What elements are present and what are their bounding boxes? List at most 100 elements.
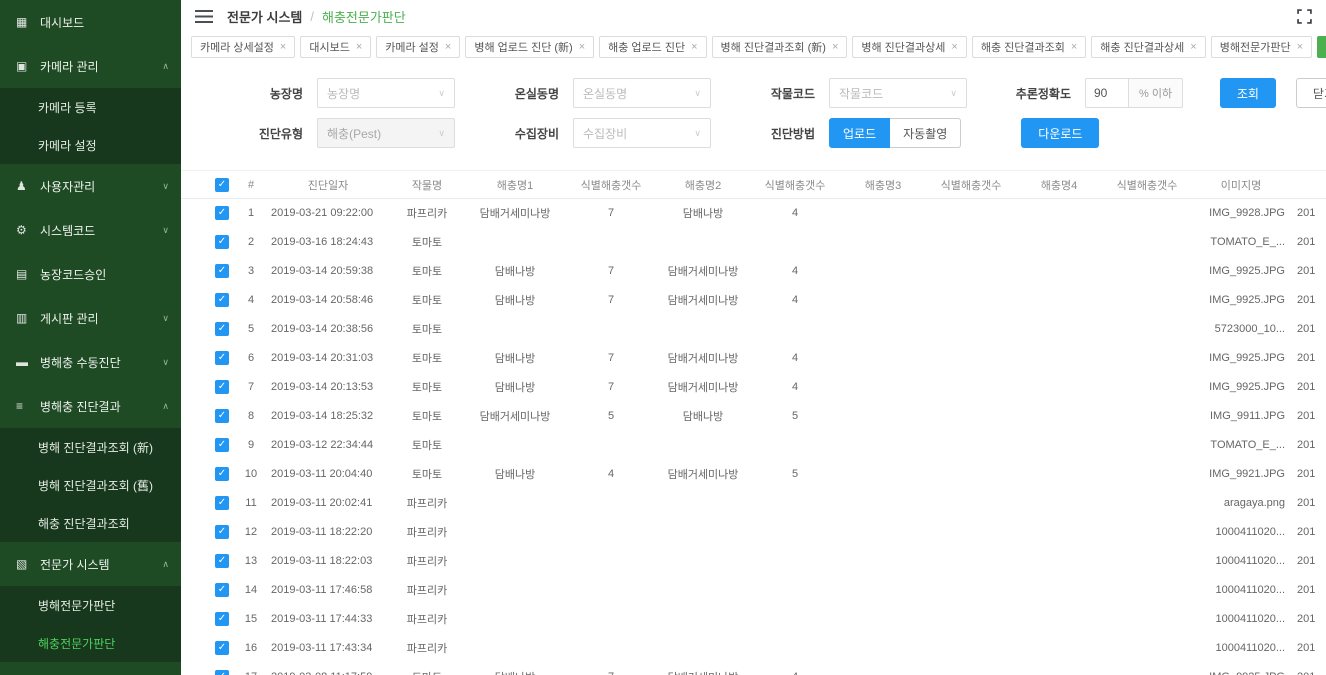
row-checkbox[interactable]: ✓ [215, 351, 229, 365]
row-checkbox[interactable]: ✓ [215, 583, 229, 597]
tab-6[interactable]: 병해 진단결과상세× [852, 36, 966, 58]
tab-4[interactable]: 해충 업로드 진단× [599, 36, 706, 58]
fullscreen-icon[interactable] [1297, 9, 1312, 24]
cell-num: 5 [237, 315, 265, 344]
sidebar-item-7[interactable]: ▥게시판 관리∨ [0, 296, 181, 340]
sidebar-item-6[interactable]: ▤농장코드승인 [0, 252, 181, 296]
accuracy-input[interactable] [1085, 78, 1129, 108]
method-auto-button[interactable]: 자동촬영 [890, 118, 961, 148]
search-button[interactable]: 조회 [1220, 78, 1276, 108]
row-checkbox[interactable]: ✓ [215, 641, 229, 655]
table-row[interactable]: ✓112019-03-11 20:02:41파프리카aragaya.png201 [181, 489, 1326, 518]
tab-3[interactable]: 병해 업로드 진단 (新)× [465, 36, 594, 58]
sidebar-item-11[interactable]: 병해 진단결과조회 (舊) [0, 466, 181, 504]
row-checkbox[interactable]: ✓ [215, 322, 229, 336]
table-row[interactable]: ✓12019-03-21 09:22:00파프리카담배거세미나방7담배나방4IM… [181, 199, 1326, 228]
tab-5[interactable]: 병해 진단결과조회 (新)× [712, 36, 848, 58]
download-button[interactable]: 다운로드 [1021, 118, 1099, 148]
sidebar-item-0[interactable]: ▦대시보드 [0, 0, 181, 44]
table-row[interactable]: ✓62019-03-14 20:31:03토마토담배나방7담배거세미나방4IMG… [181, 344, 1326, 373]
greenhouse-select[interactable]: 온실동명 ∨ [573, 78, 711, 108]
sidebar-item-label: 카메라 설정 [38, 137, 169, 154]
cell-reg: 201 [1291, 518, 1326, 547]
table-row[interactable]: ✓172019-03-08 11:17:59토마토담배나방7담배거세미나방4IM… [181, 663, 1326, 675]
row-checkbox[interactable]: ✓ [215, 525, 229, 539]
tab-close-icon[interactable]: × [691, 41, 697, 53]
table-row[interactable]: ✓102019-03-11 20:04:40토마토담배나방4담배거세미나방5IM… [181, 460, 1326, 489]
tab-close-icon[interactable]: × [445, 41, 451, 53]
breadcrumb-root[interactable]: 전문가 시스템 [227, 7, 302, 26]
tab-close-icon[interactable]: × [579, 41, 585, 53]
row-checkbox[interactable]: ✓ [215, 467, 229, 481]
cell-pest4 [1015, 373, 1103, 402]
menu-toggle-icon[interactable] [195, 10, 213, 23]
table-row[interactable]: ✓122019-03-11 18:22:20파프리카1000411020...2… [181, 518, 1326, 547]
tab-label: 카메라 설정 [385, 39, 439, 55]
row-checkbox[interactable]: ✓ [215, 554, 229, 568]
table-row[interactable]: ✓42019-03-14 20:58:46토마토담배나방7담배거세미나방4IMG… [181, 286, 1326, 315]
table-row[interactable]: ✓22019-03-16 18:24:43토마토TOMATO_E_...201 [181, 228, 1326, 257]
row-checkbox[interactable]: ✓ [215, 264, 229, 278]
crop-code-select[interactable]: 작물코드 ∨ [829, 78, 967, 108]
tab-7[interactable]: 해충 진단결과조회× [972, 36, 1086, 58]
table-row[interactable]: ✓142019-03-11 17:46:58파프리카1000411020...2… [181, 576, 1326, 605]
table-row[interactable]: ✓162019-03-11 17:43:34파프리카1000411020...2… [181, 634, 1326, 663]
cell-count4 [1103, 344, 1191, 373]
method-label: 진단방법 [751, 125, 815, 142]
tab-close-icon[interactable]: × [1071, 41, 1077, 53]
sidebar-item-4[interactable]: ♟사용자관리∨ [0, 164, 181, 208]
equipment-select[interactable]: 수집장비 ∨ [573, 118, 711, 148]
farm-name-select[interactable]: 농장명 ∨ [317, 78, 455, 108]
tab-8[interactable]: 해충 진단결과상세× [1091, 36, 1205, 58]
tab-10[interactable]: ●해충전문가판단× [1317, 36, 1326, 58]
sidebar-item-5[interactable]: ⚙시스템코드∨ [0, 208, 181, 252]
method-upload-button[interactable]: 업로드 [829, 118, 890, 148]
row-checkbox[interactable]: ✓ [215, 612, 229, 626]
crop-code-group: 작물코드 작물코드 ∨ [751, 78, 967, 108]
sidebar-item-10[interactable]: 병해 진단결과조회 (新) [0, 428, 181, 466]
row-checkbox[interactable]: ✓ [215, 206, 229, 220]
tab-close-icon[interactable]: × [951, 41, 957, 53]
tab-2[interactable]: 카메라 설정 × [376, 36, 460, 58]
tab-close-icon[interactable]: × [832, 41, 838, 53]
close-button[interactable]: 닫기 [1296, 78, 1326, 108]
row-checkbox[interactable]: ✓ [215, 438, 229, 452]
sidebar-item-3[interactable]: 카메라 설정 [0, 126, 181, 164]
table-row[interactable]: ✓82019-03-14 18:25:32토마토담배거세미나방5담배나방5IMG… [181, 402, 1326, 431]
sidebar-item-14[interactable]: 병해전문가판단 [0, 586, 181, 624]
sidebar-item-13[interactable]: ▧전문가 시스템∧ [0, 542, 181, 586]
row-checkbox[interactable]: ✓ [215, 293, 229, 307]
table-row[interactable]: ✓72019-03-14 20:13:53토마토담배나방7담배거세미나방4IMG… [181, 373, 1326, 402]
table-row[interactable]: ✓152019-03-11 17:44:33파프리카1000411020...2… [181, 605, 1326, 634]
sidebar-item-1[interactable]: ▣카메라 관리∧ [0, 44, 181, 88]
table-row[interactable]: ✓132019-03-11 18:22:03파프리카1000411020...2… [181, 547, 1326, 576]
tab-0[interactable]: 카메라 상세설정× [191, 36, 295, 58]
tab-close-icon[interactable]: × [1297, 41, 1303, 53]
tab-close-icon[interactable]: × [1190, 41, 1196, 53]
sidebar-item-15[interactable]: 해충전문가판단 [0, 624, 181, 662]
sidebar-item-8[interactable]: ▬병해충 수동진단∨ [0, 340, 181, 384]
table-row[interactable]: ✓32019-03-14 20:59:38토마토담배나방7담배거세미나방4IMG… [181, 257, 1326, 286]
tab-close-icon[interactable]: × [280, 41, 286, 53]
tab-1[interactable]: 대시보드× [300, 36, 371, 58]
tab-close-icon[interactable]: × [356, 41, 362, 53]
row-checkbox[interactable]: ✓ [215, 496, 229, 510]
cell-checkbox: ✓ [181, 576, 237, 605]
sidebar-item-2[interactable]: 카메라 등록 [0, 88, 181, 126]
row-checkbox[interactable]: ✓ [215, 670, 229, 675]
chevron-down-icon: ∨ [162, 313, 169, 324]
select-all-checkbox[interactable]: ✓ [215, 178, 229, 192]
cell-checkbox: ✓ [181, 344, 237, 373]
cell-crop: 토마토 [391, 402, 463, 431]
col-header-image: 이미지명 [1191, 171, 1291, 199]
row-checkbox[interactable]: ✓ [215, 409, 229, 423]
row-checkbox[interactable]: ✓ [215, 235, 229, 249]
tab-9[interactable]: 병해전문가판단× [1211, 36, 1312, 58]
sidebar-item-12[interactable]: 해충 진단결과조회 [0, 504, 181, 542]
cell-pest1 [463, 431, 567, 460]
table-row[interactable]: ✓52019-03-14 20:38:56토마토5723000_10...201 [181, 315, 1326, 344]
row-checkbox[interactable]: ✓ [215, 380, 229, 394]
diagnosis-type-select[interactable]: 해충(Pest) ∨ [317, 118, 455, 148]
table-row[interactable]: ✓92019-03-12 22:34:44토마토TOMATO_E_...201 [181, 431, 1326, 460]
sidebar-item-9[interactable]: ≡병해충 진단결과∧ [0, 384, 181, 428]
